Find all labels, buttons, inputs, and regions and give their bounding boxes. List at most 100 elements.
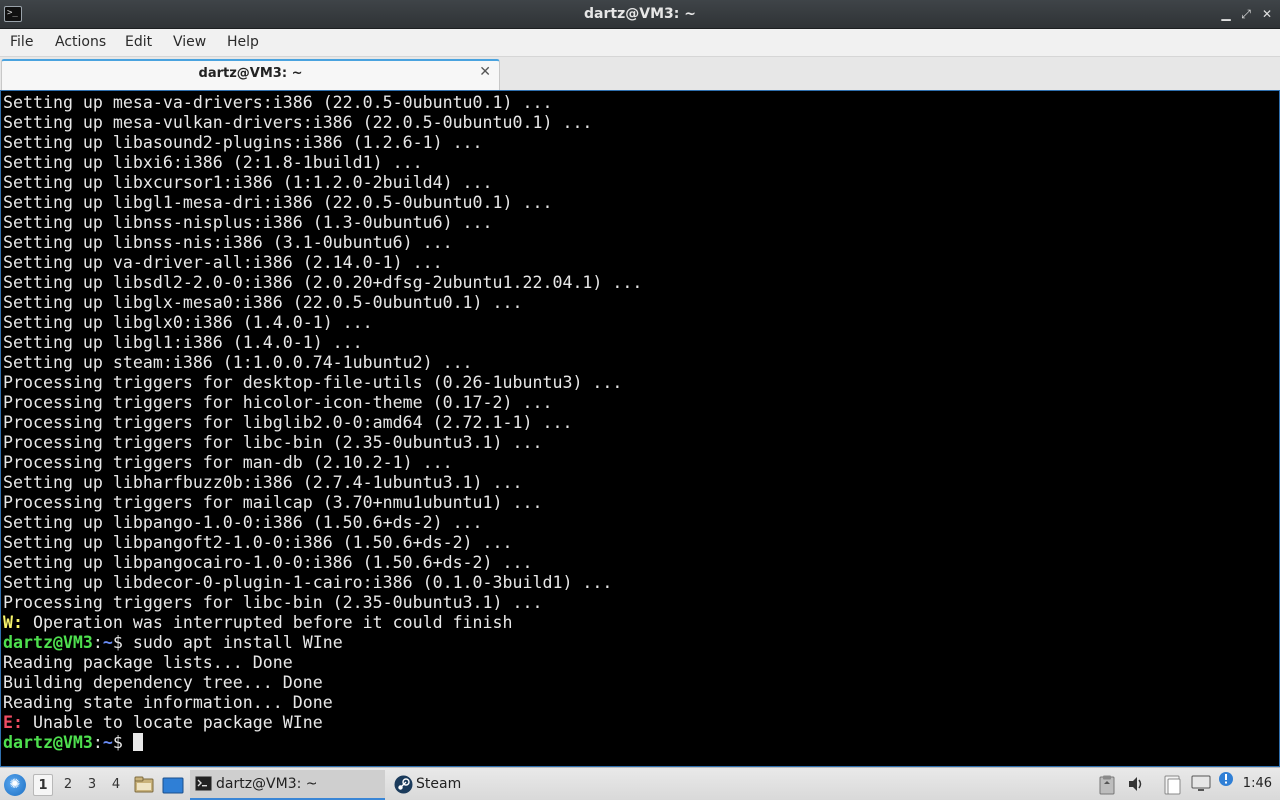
terminal-text: Setting up libpangocairo-1.0-0:i386 (1.5… — [3, 553, 533, 572]
terminal-lines: Setting up mesa-va-drivers:i386 (22.0.5-… — [3, 93, 642, 753]
terminal-text: Setting up libharfbuzz0b:i386 (2.7.4-1ub… — [3, 473, 523, 492]
volume-icon[interactable] — [1127, 775, 1145, 793]
terminal-line: Processing triggers for libc-bin (2.35-0… — [3, 433, 642, 453]
terminal-text: Setting up steam:i386 (1:1.0.0.74-1ubunt… — [3, 353, 473, 372]
task-terminal[interactable]: dartz@VM3: ~ — [190, 770, 385, 800]
menu-help[interactable]: Help — [227, 34, 259, 50]
terminal-text: Reading package lists... Done — [3, 653, 293, 672]
terminal-line: Setting up libgl1:i386 (1.4.0-1) ... — [3, 333, 642, 353]
terminal-line: Processing triggers for libglib2.0-0:amd… — [3, 413, 642, 433]
terminal-line: Setting up libgl1-mesa-dri:i386 (22.0.5-… — [3, 193, 642, 213]
terminal-text: Setting up libglx0:i386 (1.4.0-1) ... — [3, 313, 373, 332]
tab-close-icon[interactable]: ✕ — [479, 64, 491, 80]
terminal-green-text: dartz@VM3 — [3, 733, 93, 752]
show-desktop-icon[interactable] — [162, 775, 184, 795]
terminal-blue-text: ~ — [102, 633, 113, 652]
menu-file[interactable]: File — [10, 34, 33, 50]
terminal-blue-text: ~ — [102, 733, 113, 752]
terminal-text: Operation was interrupted before it coul… — [22, 613, 513, 632]
terminal-text: Setting up libdecor-0-plugin-1-cairo:i38… — [3, 573, 613, 592]
terminal-line: Setting up libpangoft2-1.0-0:i386 (1.50.… — [3, 533, 642, 553]
maximize-icon[interactable]: ⤢ — [1238, 6, 1254, 22]
terminal-text: Setting up libsdl2-2.0-0:i386 (2.0.20+df… — [3, 273, 643, 292]
terminal-line: Setting up libharfbuzz0b:i386 (2.7.4-1ub… — [3, 473, 642, 493]
terminal-text: Reading state information... Done — [3, 693, 333, 712]
network-icon[interactable] — [1191, 775, 1211, 793]
steam-icon — [394, 775, 413, 794]
file-manager-icon[interactable] — [134, 775, 154, 795]
terminal-line: Setting up libglx0:i386 (1.4.0-1) ... — [3, 313, 642, 333]
terminal-text: Setting up libglx-mesa0:i386 (22.0.5-0ub… — [3, 293, 523, 312]
tab-bar: dartz@VM3: ~ ✕ — [0, 57, 1280, 90]
task-steam-label: Steam — [416, 776, 462, 792]
menu-actions[interactable]: Actions — [55, 34, 106, 50]
terminal-line: Setting up libxcursor1:i386 (1:1.2.0-2bu… — [3, 173, 642, 193]
terminal-text: Processing triggers for libc-bin (2.35-0… — [3, 433, 543, 452]
terminal-text: Setting up mesa-va-drivers:i386 (22.0.5-… — [3, 93, 553, 112]
terminal-line: Setting up libdecor-0-plugin-1-cairo:i38… — [3, 573, 642, 593]
terminal-text: : — [92, 633, 103, 652]
terminal-line: Setting up mesa-vulkan-drivers:i386 (22.… — [3, 113, 642, 133]
terminal-line: Setting up libglx-mesa0:i386 (22.0.5-0ub… — [3, 293, 642, 313]
terminal-text: Setting up libxi6:i386 (2:1.8-1build1) .… — [3, 153, 423, 172]
terminal-text: Setting up libnss-nisplus:i386 (1.3-0ubu… — [3, 213, 493, 232]
workspace-1[interactable]: 1 — [33, 774, 53, 796]
terminal-line: Processing triggers for desktop-file-uti… — [3, 373, 642, 393]
terminal-text: Processing triggers for mailcap (3.70+nm… — [3, 493, 543, 512]
minimize-icon[interactable]: ▁ — [1218, 6, 1234, 22]
terminal-text: Unable to locate package WIne — [22, 713, 323, 732]
terminal-text: Building dependency tree... Done — [3, 673, 323, 692]
task-terminal-label: dartz@VM3: ~ — [216, 776, 318, 792]
terminal-output[interactable]: Setting up mesa-va-drivers:i386 (22.0.5-… — [0, 90, 1280, 767]
terminal-text: Setting up va-driver-all:i386 (2.14.0-1)… — [3, 253, 443, 272]
window-titlebar[interactable]: >_ dartz@VM3: ~ ▁ ⤢ ✕ — [0, 0, 1280, 29]
terminal-icon — [195, 776, 212, 791]
terminal-text: Processing triggers for libglib2.0-0:amd… — [3, 413, 573, 432]
workspace-3[interactable]: 3 — [82, 774, 102, 796]
terminal-text: Processing triggers for desktop-file-uti… — [3, 373, 623, 392]
terminal-text: Setting up libpangoft2-1.0-0:i386 (1.50.… — [3, 533, 513, 552]
terminal-line: Processing triggers for mailcap (3.70+nm… — [3, 493, 642, 513]
workspace-4[interactable]: 4 — [106, 774, 126, 796]
terminal-green-text: dartz@VM3 — [3, 633, 93, 652]
terminal-line: dartz@VM3:~$ sudo apt install WIne — [3, 633, 642, 653]
terminal-line: Setting up libnss-nisplus:i386 (1.3-0ubu… — [3, 213, 642, 233]
terminal-text: $ sudo apt install WIne — [112, 633, 343, 652]
terminal-line: Setting up steam:i386 (1:1.0.0.74-1ubunt… — [3, 353, 642, 373]
menu-view[interactable]: View — [173, 34, 206, 50]
clipboard-icon[interactable] — [1099, 775, 1115, 795]
terminal-line: E: Unable to locate package WIne — [3, 713, 642, 733]
terminal-line: Setting up va-driver-all:i386 (2.14.0-1)… — [3, 253, 642, 273]
update-notifier-icon[interactable] — [1217, 771, 1235, 793]
start-menu-button[interactable]: ✺ — [4, 774, 26, 796]
terminal-text: Processing triggers for libc-bin (2.35-0… — [3, 593, 543, 612]
terminal-line: Building dependency tree... Done — [3, 673, 642, 693]
menu-edit[interactable]: Edit — [125, 34, 152, 50]
menu-bar: File Actions Edit View Help — [0, 29, 1280, 57]
terminal-line: Processing triggers for libc-bin (2.35-0… — [3, 593, 642, 613]
terminal-text: Setting up libgl1:i386 (1.4.0-1) ... — [3, 333, 363, 352]
taskbar: ✺ 1 2 3 4 dartz@VM3: ~ Steam 1:46 — [0, 767, 1280, 800]
terminal-line: Setting up libpango-1.0-0:i386 (1.50.6+d… — [3, 513, 642, 533]
clock[interactable]: 1:46 — [1243, 776, 1272, 791]
terminal-line: dartz@VM3:~$ — [3, 733, 642, 753]
terminal-line: Setting up libasound2-plugins:i386 (1.2.… — [3, 133, 642, 153]
terminal-line: Setting up libpangocairo-1.0-0:i386 (1.5… — [3, 553, 642, 573]
terminal-text: Setting up libasound2-plugins:i386 (1.2.… — [3, 133, 483, 152]
terminal-line: Processing triggers for man-db (2.10.2-1… — [3, 453, 642, 473]
terminal-line: Setting up libsdl2-2.0-0:i386 (2.0.20+df… — [3, 273, 642, 293]
tab-terminal[interactable]: dartz@VM3: ~ ✕ — [1, 59, 500, 90]
terminal-cursor — [132, 733, 143, 751]
terminal-line: Processing triggers for hicolor-icon-the… — [3, 393, 642, 413]
tab-label: dartz@VM3: ~ — [198, 66, 303, 81]
close-icon[interactable]: ✕ — [1259, 6, 1275, 22]
terminal-text: Processing triggers for man-db (2.10.2-1… — [3, 453, 453, 472]
workspace-2[interactable]: 2 — [58, 774, 78, 796]
terminal-text: : — [92, 733, 103, 752]
files-icon[interactable] — [1163, 775, 1183, 795]
terminal-text: Setting up libgl1-mesa-dri:i386 (22.0.5-… — [3, 193, 553, 212]
terminal-line: Setting up mesa-va-drivers:i386 (22.0.5-… — [3, 93, 642, 113]
terminal-line: W: Operation was interrupted before it c… — [3, 613, 642, 633]
task-steam[interactable]: Steam — [390, 770, 550, 800]
terminal-text: Setting up libnss-nis:i386 (3.1-0ubuntu6… — [3, 233, 453, 252]
